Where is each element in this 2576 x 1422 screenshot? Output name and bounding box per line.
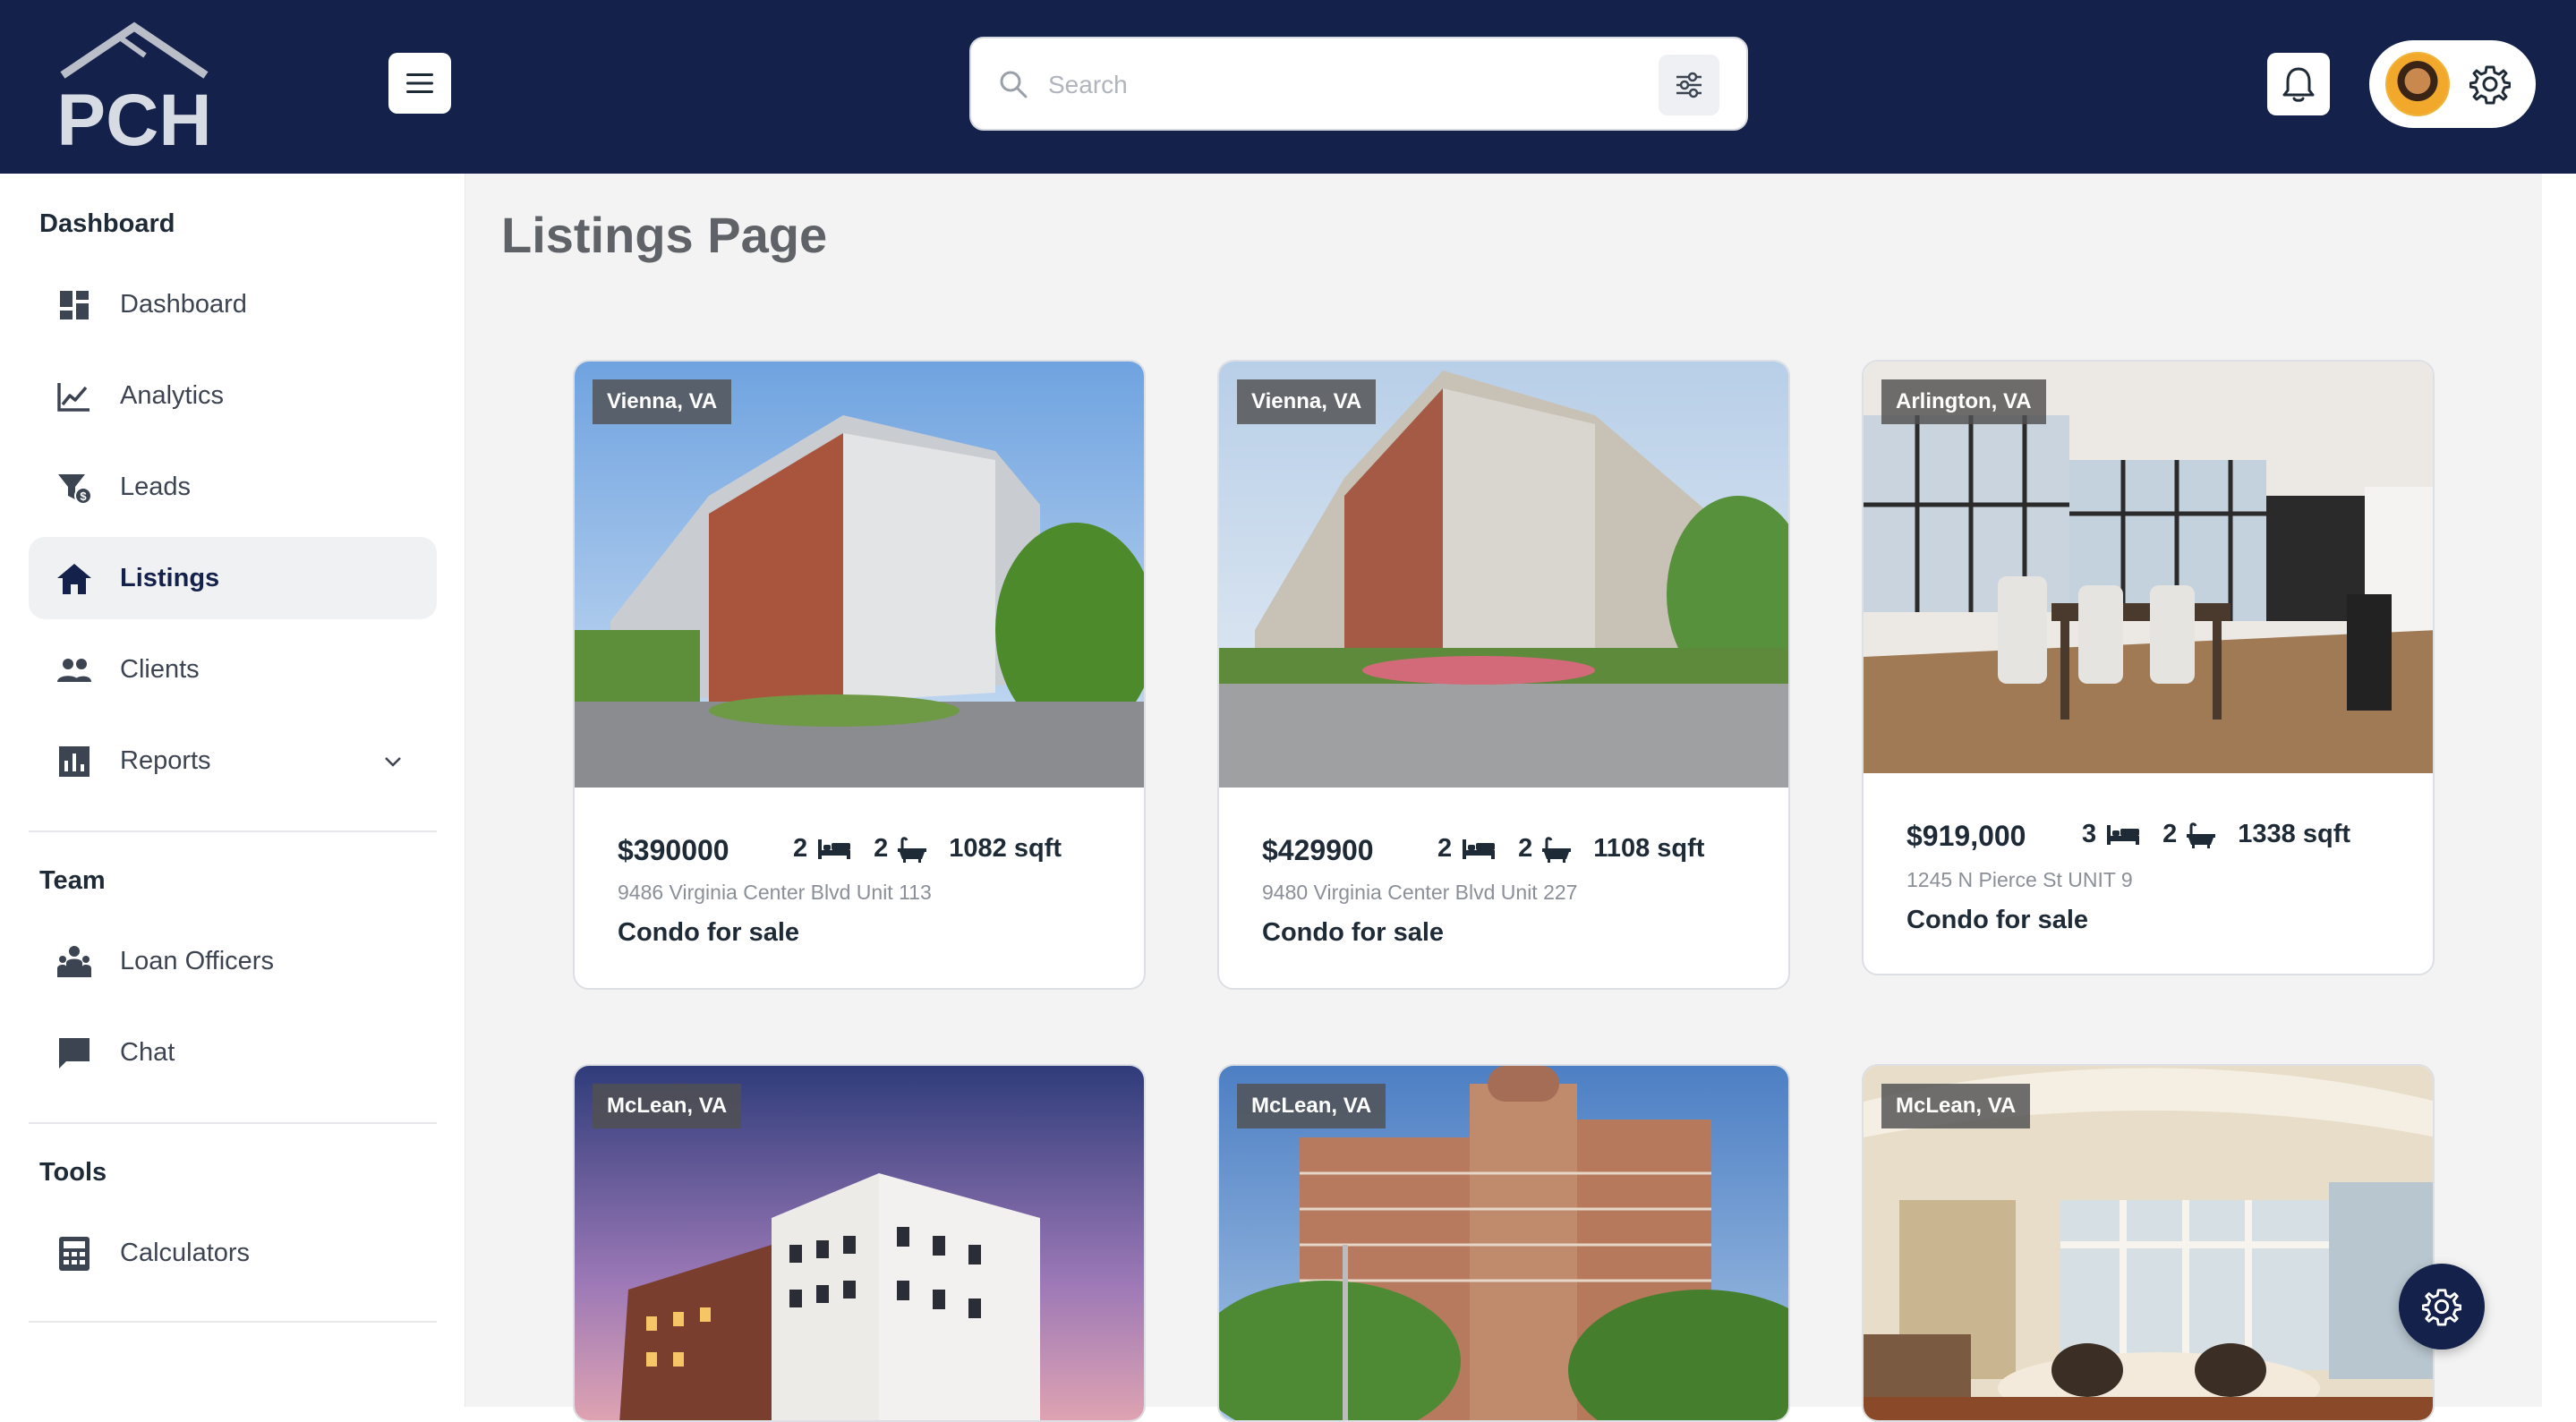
dashboard-icon [60, 291, 89, 319]
reports-icon [59, 746, 90, 777]
sidebar-item-chat[interactable]: Chat [29, 1011, 437, 1094]
sqft: 1108 sqft [1593, 834, 1705, 863]
settings-gear-icon[interactable] [2469, 64, 2511, 105]
avatar[interactable] [2385, 52, 2450, 116]
listing-type: Condo for sale [618, 918, 800, 947]
location-badge: McLean, VA [1881, 1084, 2031, 1128]
sidebar-section-team: Team [39, 866, 106, 895]
search-bar [969, 37, 1748, 131]
top-bar: PCH [0, 0, 2576, 174]
sidebar-item-label: Leads [120, 473, 192, 501]
sidebar-item-label: Analytics [120, 381, 225, 410]
sidebar: Dashboard Dashboard Analytics $ Leads Li… [0, 174, 465, 1407]
listing-card[interactable]: Vienna, VA $429900 2 2 1108 sqft 9480 Vi… [1217, 360, 1790, 990]
sidebar-item-listings[interactable]: Listings [29, 537, 437, 619]
pch-logo[interactable]: PCH [55, 20, 213, 154]
sidebar-item-label: Chat [120, 1038, 175, 1067]
sidebar-section-tools: Tools [39, 1158, 107, 1187]
listing-specs: 2 2 1082 sqft [793, 834, 1062, 864]
listing-address: 9486 Virginia Center Blvd Unit 113 [618, 881, 932, 904]
sqft: 1338 sqft [2238, 820, 2351, 848]
sidebar-item-label: Reports [120, 746, 211, 775]
sidebar-item-label: Listings [120, 564, 220, 592]
listing-address: 9480 Virginia Center Blvd Unit 227 [1262, 881, 1578, 904]
location-badge: Vienna, VA [593, 379, 732, 424]
location-badge: McLean, VA [593, 1084, 742, 1128]
listing-type: Condo for sale [1262, 918, 1445, 947]
listing-card[interactable]: Arlington, VA $919,000 3 2 1338 sqft 124… [1862, 360, 2435, 975]
listing-card[interactable]: McLean, VA [573, 1064, 1146, 1422]
location-badge: Arlington, VA [1881, 379, 2046, 424]
listing-card[interactable]: McLean, VA [1217, 1064, 1790, 1422]
listing-card[interactable]: Vienna, VA $390000 2 2 1082 sqft 9486 Vi… [573, 360, 1146, 990]
listing-card[interactable]: McLean, VA [1862, 1064, 2435, 1422]
listing-photo[interactable] [1219, 362, 1790, 788]
sidebar-section-dashboard: Dashboard [39, 209, 175, 238]
notifications-button[interactable] [2267, 53, 2330, 115]
bed-icon [2107, 824, 2140, 845]
sidebar-item-loan-officers[interactable]: Loan Officers [29, 920, 437, 1002]
sidebar-item-label: Clients [120, 655, 200, 684]
sidebar-divider [29, 830, 437, 832]
beds-count: 3 [2082, 820, 2097, 848]
listing-address: 1245 N Pierce St UNIT 9 [1906, 868, 2133, 891]
svg-text:$: $ [80, 490, 87, 503]
clients-icon [57, 659, 91, 682]
sqft: 1082 sqft [949, 834, 1062, 863]
sidebar-item-dashboard[interactable]: Dashboard [29, 263, 437, 345]
bed-icon [818, 839, 851, 859]
bathtub-icon [1542, 836, 1572, 863]
bathtub-icon [2187, 822, 2216, 848]
sidebar-item-calculators[interactable]: Calculators [29, 1212, 437, 1294]
listing-price: $390000 [618, 834, 729, 866]
settings-fab-button[interactable] [2399, 1264, 2485, 1350]
loan-officers-icon [57, 946, 91, 977]
chevron-down-icon[interactable] [380, 748, 406, 775]
listing-photo[interactable] [575, 362, 1146, 788]
bathtub-icon [898, 836, 927, 863]
sidebar-item-label: Loan Officers [120, 947, 274, 975]
hamburger-icon [406, 73, 433, 93]
filter-button[interactable] [1659, 55, 1719, 115]
sidebar-item-analytics[interactable]: Analytics [29, 354, 437, 437]
search-icon [1000, 71, 1028, 98]
bell-icon [2282, 67, 2315, 102]
beds-count: 2 [793, 834, 808, 863]
logo-text: PCH [56, 80, 211, 154]
filter-sliders-icon [1676, 72, 1702, 98]
listing-specs: 3 2 1338 sqft [2082, 820, 2350, 849]
baths-count: 2 [874, 834, 889, 863]
sidebar-item-reports[interactable]: Reports [29, 720, 437, 802]
gear-icon [2422, 1289, 2461, 1326]
location-badge: Vienna, VA [1237, 379, 1377, 424]
home-icon [57, 564, 91, 594]
sidebar-divider [29, 1321, 437, 1323]
page-title: Listings Page [501, 207, 828, 263]
search-input[interactable] [1048, 60, 1693, 110]
menu-toggle-button[interactable] [388, 53, 451, 114]
chat-icon [59, 1038, 90, 1069]
baths-count: 2 [1518, 834, 1533, 863]
sidebar-item-leads[interactable]: $ Leads [29, 446, 437, 528]
sidebar-item-label: Calculators [120, 1239, 251, 1267]
baths-count: 2 [2162, 820, 2178, 848]
sidebar-item-label: Dashboard [120, 290, 247, 319]
main-content: Listings Page Vienna, VA $390000 2 2 108… [465, 174, 2542, 1422]
listing-specs: 2 2 1108 sqft [1437, 834, 1704, 864]
sidebar-item-clients[interactable]: Clients [29, 628, 437, 711]
analytics-icon [57, 383, 90, 412]
listing-price: $919,000 [1906, 820, 2026, 852]
beds-count: 2 [1437, 834, 1453, 863]
leads-icon: $ [58, 474, 92, 505]
listing-price: $429900 [1262, 834, 1374, 866]
listing-type: Condo for sale [1906, 906, 2089, 934]
sidebar-divider [29, 1122, 437, 1124]
calculator-icon [59, 1237, 90, 1271]
profile-menu[interactable] [2369, 40, 2536, 128]
location-badge: McLean, VA [1237, 1084, 1386, 1128]
bed-icon [1463, 839, 1496, 859]
